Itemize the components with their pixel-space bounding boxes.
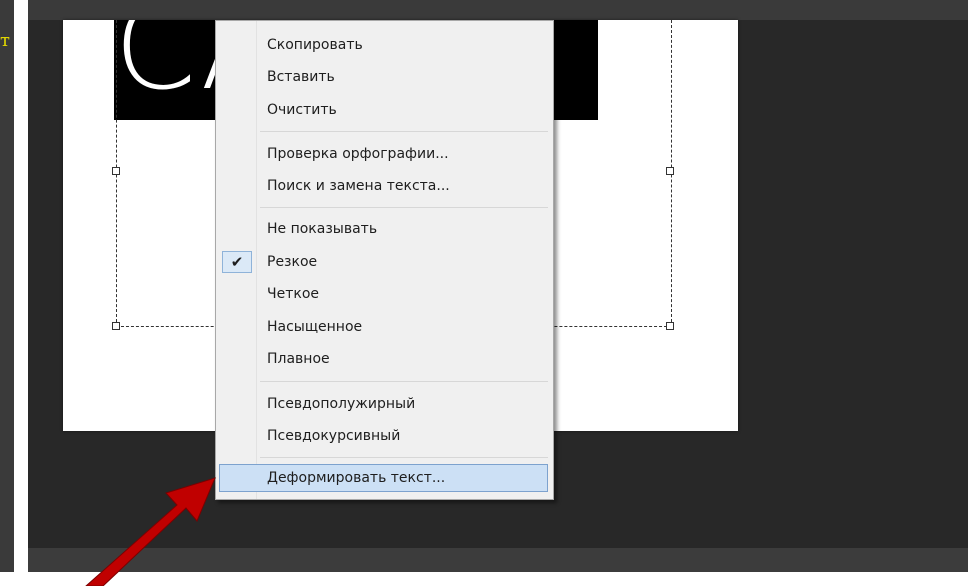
menu-item-label: Скопировать: [267, 37, 363, 53]
menu-item-copy[interactable]: Скопировать: [219, 31, 548, 59]
window-top-frame: [0, 0, 968, 20]
menu-item-antialias-smooth[interactable]: Плавное: [219, 345, 548, 373]
menu-item-label: Четкое: [267, 286, 320, 302]
menu-item-label: Резкое: [267, 254, 318, 270]
menu-item-label: Не показывать: [267, 221, 378, 237]
menu-item-label: Плавное: [267, 351, 330, 367]
bbox-handle-left[interactable]: [112, 167, 120, 175]
menu-item-label: Насыщенное: [267, 319, 363, 335]
window-bottom-strip: [0, 572, 968, 586]
window-left-frame: [0, 0, 14, 586]
menu-separator: [260, 381, 548, 382]
menu-item-antialias-none[interactable]: Не показывать: [219, 215, 548, 243]
menu-item-label: Псевдополужирный: [267, 396, 416, 412]
stray-character: т: [0, 30, 10, 51]
menu-item-label: Деформировать текст...: [267, 470, 446, 486]
menu-separator: [260, 131, 548, 132]
menu-item-label: Очистить: [267, 102, 337, 118]
menu-item-label: Поиск и замена текста...: [267, 178, 450, 194]
menu-item-clear[interactable]: Очистить: [219, 96, 548, 124]
context-menu: Скопировать Вставить Очистить Проверка о…: [215, 20, 554, 500]
menu-item-warp-text[interactable]: Деформировать текст...: [219, 464, 548, 492]
window-left-edge: [14, 0, 28, 586]
menu-item-label: Псевдокурсивный: [267, 428, 401, 444]
bbox-handle-right[interactable]: [666, 167, 674, 175]
menu-item-faux-bold[interactable]: Псевдополужирный: [219, 390, 548, 418]
menu-item-label: Вставить: [267, 69, 335, 85]
workspace-bottom-bar: [28, 548, 968, 572]
menu-item-find-replace[interactable]: Поиск и замена текста...: [219, 172, 548, 200]
menu-item-antialias-crisp[interactable]: Четкое: [219, 280, 548, 308]
menu-item-label: Проверка орфографии...: [267, 146, 449, 162]
checkmark-icon: ✔: [222, 251, 252, 273]
bbox-handle-bottom-left[interactable]: [112, 322, 120, 330]
menu-item-paste[interactable]: Вставить: [219, 63, 548, 91]
menu-item-antialias-sharp[interactable]: ✔ Резкое: [219, 248, 548, 276]
bbox-handle-bottom-right[interactable]: [666, 322, 674, 330]
menu-item-spellcheck[interactable]: Проверка орфографии...: [219, 140, 548, 168]
menu-separator: [260, 457, 548, 458]
menu-separator: [260, 207, 548, 208]
menu-item-faux-italic[interactable]: Псевдокурсивный: [219, 422, 548, 450]
menu-item-antialias-strong[interactable]: Насыщенное: [219, 313, 548, 341]
